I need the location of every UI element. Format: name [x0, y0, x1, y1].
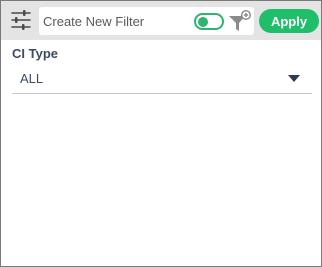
ci-type-label: CI Type — [12, 46, 58, 61]
ci-type-select[interactable]: ALL — [12, 65, 312, 94]
caret-down-icon — [288, 75, 300, 82]
ci-type-selected-value: ALL — [20, 71, 44, 86]
filter-name-field — [39, 7, 254, 35]
filter-name-input[interactable] — [39, 7, 195, 35]
filter-toggle-switch[interactable] — [194, 13, 224, 30]
filter-toolbar: Apply — [1, 1, 321, 40]
sliders-icon[interactable] — [9, 8, 33, 32]
filter-plus-icon[interactable] — [228, 9, 252, 33]
toggle-knob — [198, 16, 208, 27]
filter-panel: Apply CI Type ALL — [0, 0, 322, 267]
apply-button[interactable]: Apply — [259, 9, 319, 33]
